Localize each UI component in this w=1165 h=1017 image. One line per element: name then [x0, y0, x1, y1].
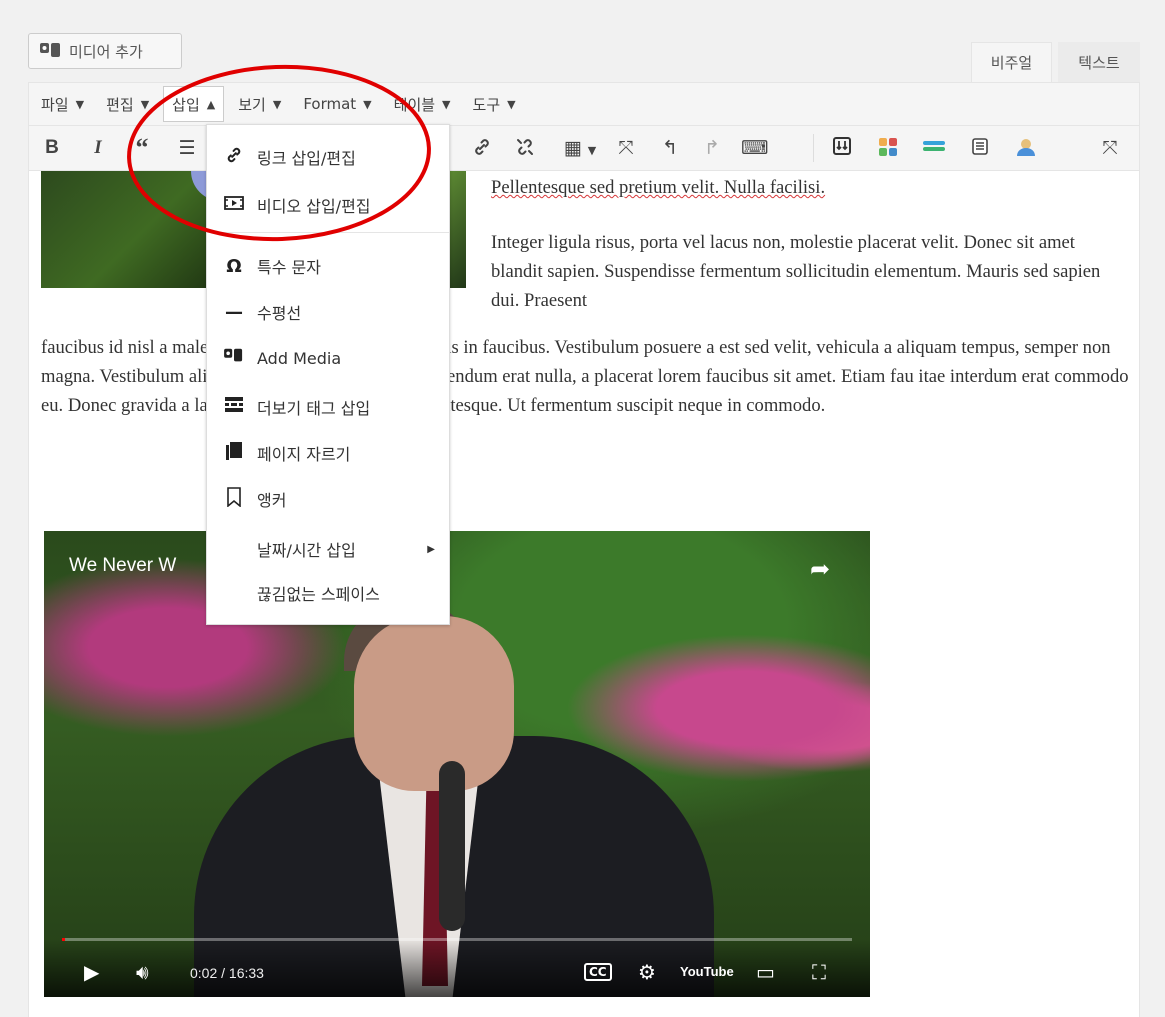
annotation-ellipse — [127, 64, 431, 242]
editor-page: 미디어 추가 비주얼 텍스트 파일 ▼ 편집 ▼ 삽입 ▲ 보기 ▼ Format ▼ 테… — [0, 0, 1165, 1017]
